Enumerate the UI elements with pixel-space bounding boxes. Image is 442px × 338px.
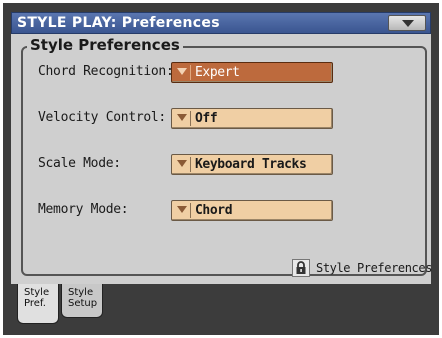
group-title: Style Preferences: [27, 36, 183, 54]
tab-style-pref[interactable]: Style Pref.: [17, 284, 59, 324]
scale-mode-value: Keyboard Tracks: [195, 157, 307, 172]
tab-bar: Style Pref. Style Setup: [11, 284, 431, 332]
memory-mode-value: Chord: [195, 203, 233, 218]
memory-mode-label: Memory Mode:: [38, 202, 129, 217]
tab-style-setup[interactable]: Style Setup: [61, 284, 103, 318]
preferences-panel: Style Preferences Chord Recognition: Exp…: [11, 34, 431, 284]
velocity-control-label: Velocity Control:: [38, 110, 166, 125]
dropdown-separator: [190, 65, 191, 80]
velocity-control-dropdown[interactable]: Off: [171, 108, 333, 129]
dropdown-arrow-icon: [177, 206, 187, 213]
tab-style-setup-line1: Style: [68, 287, 94, 298]
scale-mode-dropdown[interactable]: Keyboard Tracks: [171, 154, 333, 175]
lock-icon-graphic: [296, 261, 306, 274]
chord-recognition-value: Expert: [195, 65, 240, 80]
velocity-control-value: Off: [195, 111, 218, 126]
chord-recognition-label: Chord Recognition:: [38, 64, 174, 79]
dropdown-separator: [190, 111, 191, 126]
dropdown-separator: [190, 203, 191, 218]
lock-icon[interactable]: [292, 259, 310, 277]
page-title: STYLE PLAY: Preferences: [17, 15, 220, 31]
dropdown-arrow-icon: [177, 114, 187, 121]
page-menu-button[interactable]: [388, 15, 426, 31]
chord-recognition-dropdown[interactable]: Expert: [171, 62, 333, 83]
memory-mode-dropdown[interactable]: Chord: [171, 200, 333, 221]
tab-style-setup-line2: Setup: [68, 298, 98, 309]
dropdown-arrow-icon: [177, 160, 187, 167]
scale-mode-label: Scale Mode:: [38, 156, 121, 171]
chevron-down-icon: [402, 20, 414, 27]
tab-style-pref-line1: Style: [24, 287, 50, 298]
dropdown-separator: [190, 157, 191, 172]
lock-label: Style Preferences: [316, 261, 433, 275]
tab-style-pref-line2: Pref.: [24, 298, 46, 309]
dropdown-arrow-icon: [177, 68, 187, 75]
title-bar: STYLE PLAY: Preferences: [11, 12, 431, 34]
